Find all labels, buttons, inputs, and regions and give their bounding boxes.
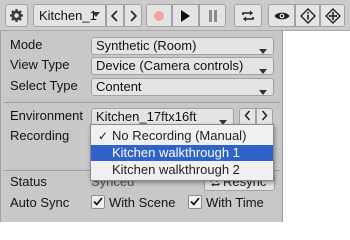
mode-label: Mode: [10, 37, 43, 52]
mode-dropdown[interactable]: Synthetic (Room): [91, 37, 274, 55]
gear-icon: [10, 9, 23, 22]
select-type-dropdown[interactable]: Content: [91, 78, 274, 96]
with-time-label: With Time: [206, 195, 264, 210]
with-scene-label: With Scene: [109, 195, 176, 210]
select-type-value: Content: [96, 79, 142, 94]
move-icon: [324, 7, 341, 24]
checkmark-icon: [190, 195, 200, 209]
select-type-label: Select Type: [10, 78, 78, 93]
empty-area: [283, 31, 350, 222]
info-button[interactable]: [295, 4, 320, 27]
record-icon: [153, 10, 165, 22]
auto-sync-label: Auto Sync: [10, 195, 70, 210]
menu-item-kitchen-walkthrough-1[interactable]: Kitchen walkthrough 1: [91, 145, 273, 161]
chevron-right-icon: [261, 110, 268, 124]
menu-item-label: Kitchen walkthrough 1: [112, 145, 240, 160]
checkmark-icon: [93, 195, 103, 209]
section-divider: [4, 102, 280, 103]
menu-item-no-recording[interactable]: ✓ No Recording (Manual): [91, 128, 273, 144]
loop-button[interactable]: [234, 4, 262, 27]
play-button[interactable]: [172, 4, 199, 27]
loop-icon: [240, 9, 256, 23]
recording-label: Recording: [10, 128, 70, 143]
mode-value: Synthetic (Room): [96, 38, 197, 53]
play-icon: [180, 9, 191, 22]
next-environment-button[interactable]: [124, 4, 142, 27]
simulation-window: Kitchen_1 Mode Synthetic (Room) View Typ…: [0, 0, 350, 222]
with-time-checkbox[interactable]: [188, 195, 202, 209]
info-icon: [299, 7, 316, 24]
chevron-down-icon: [259, 63, 267, 79]
pause-icon: [208, 9, 218, 22]
checkmark-icon: ✓: [98, 129, 109, 143]
pause-button[interactable]: [199, 4, 226, 27]
environment-quick-select[interactable]: Kitchen_1: [33, 4, 106, 27]
menu-item-label: No Recording (Manual): [112, 128, 247, 143]
recording-dropdown-menu: ✓ No Recording (Manual) Kitchen walkthro…: [90, 124, 274, 181]
chevron-down-icon: [259, 84, 267, 100]
previous-environment-button[interactable]: [106, 4, 124, 27]
chevron-left-icon: [244, 110, 251, 124]
toolbar: Kitchen_1: [0, 0, 350, 31]
chevron-left-icon: [111, 9, 119, 22]
view-type-label: View Type: [10, 57, 70, 72]
view-type-value: Device (Camera controls): [96, 58, 244, 73]
chevron-right-icon: [129, 9, 137, 22]
environment-label: Environment: [10, 108, 83, 123]
move-button[interactable]: [320, 4, 345, 27]
status-label: Status: [10, 174, 47, 189]
eye-icon: [274, 11, 290, 21]
chevron-down-icon: [92, 12, 100, 18]
record-button[interactable]: [146, 4, 172, 27]
menu-item-kitchen-walkthrough-2[interactable]: Kitchen walkthrough 2: [91, 162, 273, 178]
visibility-button[interactable]: [268, 4, 295, 27]
view-type-dropdown[interactable]: Device (Camera controls): [91, 57, 274, 75]
settings-button[interactable]: [5, 4, 28, 27]
environment-value: Kitchen_17ftx16ft: [96, 109, 197, 124]
with-scene-checkbox[interactable]: [91, 195, 105, 209]
menu-item-label: Kitchen walkthrough 2: [112, 162, 240, 177]
